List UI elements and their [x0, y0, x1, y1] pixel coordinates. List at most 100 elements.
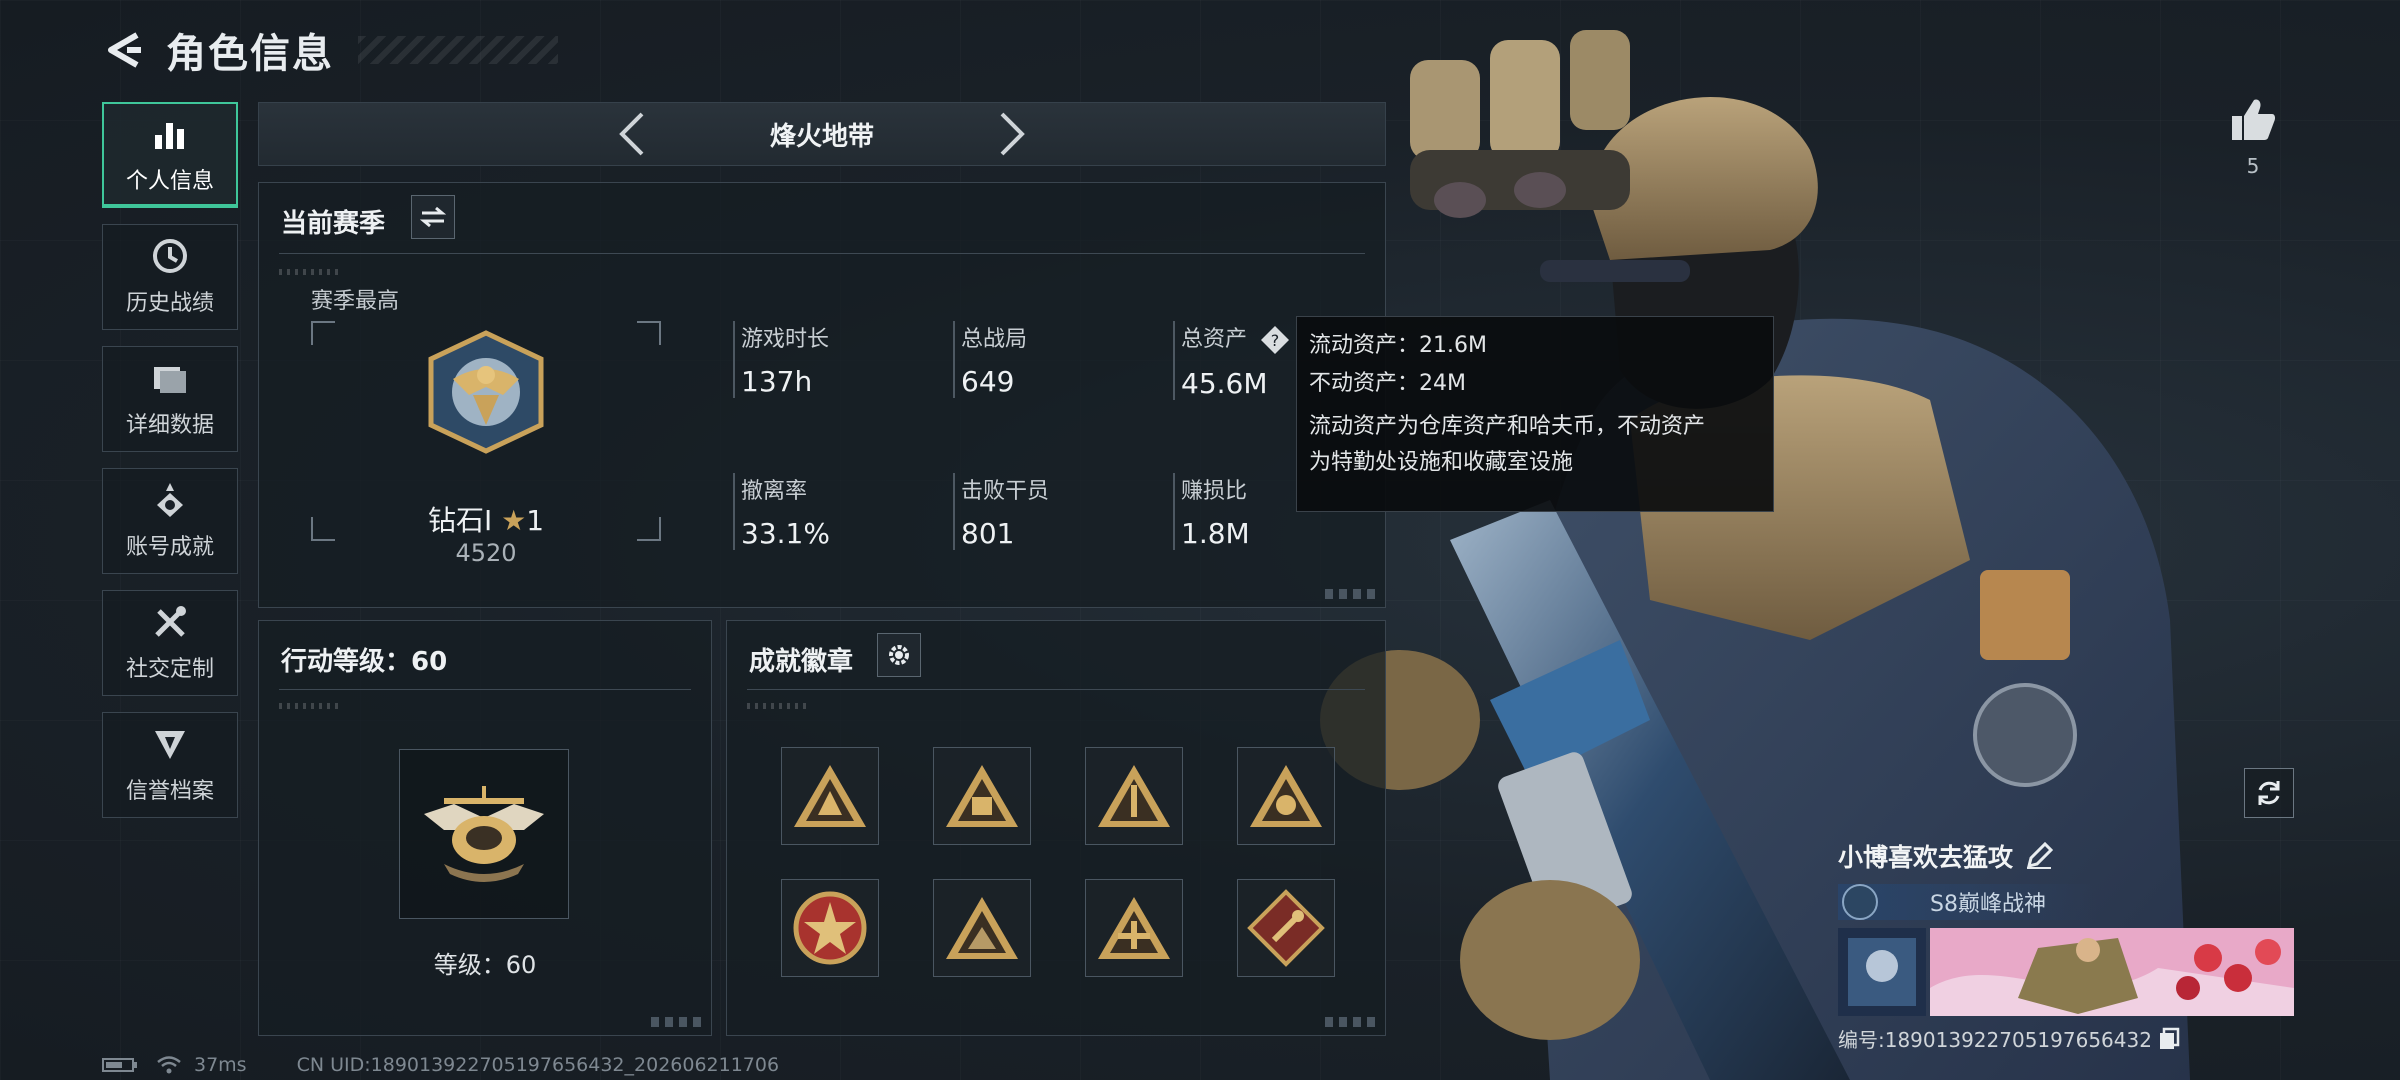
assets-tooltip: 流动资产：21.6M 不动资产：24M 流动资产为仓库资产和哈夫币，不动资产 为…	[1296, 316, 1774, 512]
achievement-badge[interactable]	[933, 747, 1031, 845]
rank-points: 4520	[455, 539, 517, 567]
player-id: 编号:18901392270519765643​2	[1838, 1028, 2152, 1052]
season-title: 当前赛季	[281, 209, 386, 239]
sidebar-nav: 个人信息 历史战绩 详细数据 账号成就 社交定制 信誉档案	[102, 102, 238, 834]
stat-label: 总战局	[961, 327, 1028, 352]
badge-7-icon	[1098, 897, 1170, 959]
achievement-badge[interactable]	[1237, 879, 1335, 977]
corner-decoration	[651, 1017, 701, 1027]
sidebar-item-label: 历史战绩	[125, 291, 214, 316]
star-icon: ★	[501, 504, 527, 537]
badge-8-icon	[1247, 889, 1325, 967]
achievement-badge[interactable]	[933, 879, 1031, 977]
page-title: 角色信息	[166, 31, 334, 77]
stat-value: 801	[961, 517, 1015, 550]
rank-frame: 钻石I ★1 4520	[311, 321, 661, 567]
mode-next-button[interactable]	[993, 108, 1033, 160]
mode-switcher: 烽火地带	[258, 102, 1386, 166]
season-switch-button[interactable]	[411, 195, 455, 239]
achievement-icon	[157, 483, 183, 517]
player-card: 小博喜欢去猛攻 S8巅峰战神 编号:18901392270519765643​2	[1838, 838, 2294, 1053]
sidebar-item-personal-info[interactable]: 个人信息	[102, 102, 238, 208]
helicopter-badge-icon	[424, 786, 544, 882]
divider-tick	[279, 703, 339, 709]
stat-label: 总资产 ?	[1181, 321, 1290, 355]
sidebar-item-label: 个人信息	[125, 169, 214, 194]
player-banner[interactable]	[1838, 928, 2294, 1016]
stat-label-text: 总资产	[1181, 327, 1248, 352]
season-best-label: 赛季最高	[311, 289, 400, 314]
back-button[interactable]	[100, 26, 148, 74]
badge-6-icon	[946, 897, 1018, 959]
tooltip-description: 流动资产为仓库资产和哈夫币，不动资产 为特勤处设施和收藏室设施	[1309, 409, 1761, 481]
status-bar: 37ms CN UID:18901392270519765643​2_20260…	[102, 1054, 779, 1076]
badge-1-icon	[794, 765, 866, 827]
stat-value: 33.1%	[741, 517, 830, 550]
player-name-row: 小博喜欢去猛攻	[1838, 838, 2294, 874]
achievement-badge[interactable]	[781, 879, 879, 977]
sidebar-item-label: 社交定制	[125, 657, 214, 682]
badge-5-icon	[793, 891, 867, 965]
refresh-button[interactable]	[2244, 768, 2294, 818]
bar-chart-icon	[155, 123, 184, 149]
stat-total-matches: 总战局 649	[953, 321, 1027, 398]
player-title: S8巅峰战神	[1930, 892, 2046, 917]
stat-extract-rate: 撤离率 33.1%	[733, 473, 830, 550]
rank-emblem-icon	[428, 330, 544, 454]
credit-shield-icon	[155, 731, 185, 759]
stat-kills: 击败干员 801	[953, 473, 1049, 550]
stat-value: 45.6M	[1181, 367, 1268, 400]
tooltip-desc-line-1: 流动资产为仓库资产和哈夫币，不动资产	[1309, 414, 1706, 439]
achievement-badge[interactable]	[1085, 879, 1183, 977]
like-button[interactable]: 5	[2228, 96, 2278, 186]
badges-panel: 成就徽章	[726, 620, 1386, 1036]
sidebar-item-label: 信誉档案	[125, 779, 214, 804]
badge-2-icon	[946, 765, 1018, 827]
swap-icon	[420, 206, 446, 228]
history-icon	[153, 239, 187, 273]
achievement-badge[interactable]	[781, 747, 879, 845]
player-id-row: 编号:18901392270519765643​2	[1838, 1024, 2294, 1053]
divider	[279, 253, 1365, 254]
player-name: 小博喜欢去猛攻	[1838, 843, 2014, 872]
stat-label: 撤离率	[741, 479, 808, 504]
season-panel: 当前赛季 赛季最高 钻石I ★1 4520 游戏时长 137h 总战局 649 …	[258, 182, 1386, 608]
divider-tick	[747, 703, 807, 709]
achievement-badge[interactable]	[1237, 747, 1335, 845]
stat-value: 649	[961, 365, 1015, 398]
banner-image	[1838, 928, 2294, 1016]
back-arrow-icon	[108, 32, 141, 68]
corner-decoration	[1325, 1017, 1375, 1027]
chevron-left-icon	[619, 112, 644, 156]
copy-icon[interactable]	[2158, 1027, 2180, 1051]
sidebar-item-credit[interactable]: 信誉档案	[102, 712, 238, 818]
rank-name: 钻石I ★1	[311, 499, 661, 539]
sidebar-item-detailed-data[interactable]: 详细数据	[102, 346, 238, 452]
uid-text: CN UID:18901392270519765643​2_2026062117…	[296, 1054, 780, 1076]
sidebar-item-history[interactable]: 历史战绩	[102, 224, 238, 330]
battery-icon	[102, 1058, 137, 1072]
thumbs-up-icon	[2232, 99, 2276, 140]
badge-4-icon	[1250, 765, 1322, 827]
help-icon[interactable]: ?	[1260, 325, 1290, 355]
refresh-icon	[2258, 781, 2280, 805]
like-count: 5	[2246, 154, 2260, 178]
stat-label: 击败干员	[961, 479, 1050, 504]
edit-icon[interactable]	[2025, 842, 2054, 870]
level-badge[interactable]	[399, 749, 569, 919]
rank-stars: 1	[526, 504, 545, 537]
player-title-row: S8巅峰战神	[1838, 884, 2098, 920]
rank-name-text: 钻石I	[427, 504, 493, 537]
sidebar-item-label: 详细数据	[125, 413, 214, 438]
stat-total-assets: 总资产 ? 45.6M	[1173, 321, 1290, 400]
sidebar-item-social-custom[interactable]: 社交定制	[102, 590, 238, 696]
sidebar-item-achievements[interactable]: 账号成就	[102, 468, 238, 574]
gear-icon	[889, 645, 909, 665]
level-text: 等级：60	[433, 951, 537, 979]
divider-tick	[279, 269, 339, 275]
mode-prev-button[interactable]	[611, 108, 651, 160]
stat-profit-loss: 赚损比 1.8M	[1173, 473, 1250, 550]
level-panel: 行动等级：60 等级：60	[258, 620, 712, 1036]
badge-settings-button[interactable]	[877, 633, 921, 677]
achievement-badge[interactable]	[1085, 747, 1183, 845]
